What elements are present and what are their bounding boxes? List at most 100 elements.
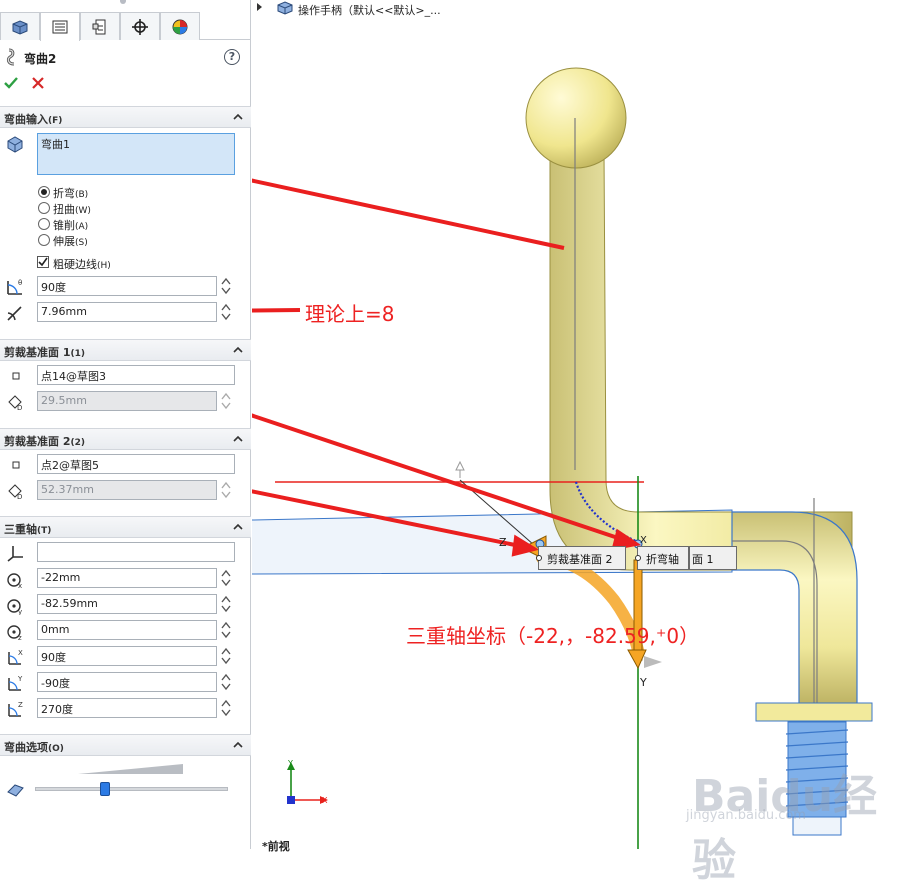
trim-plane-2-offset[interactable]: 52.37mm — [37, 480, 217, 500]
section-trim-plane-1-header[interactable]: 剪裁基准面 1(1) — [0, 339, 251, 361]
triad-y-input[interactable]: -82.59mm — [37, 594, 217, 614]
tab-configuration-manager[interactable] — [80, 12, 120, 40]
triad-y-rotation-input[interactable]: -90度 — [37, 672, 217, 692]
tab-property-manager[interactable] — [40, 12, 80, 41]
triad-z-spinner[interactable] — [220, 620, 232, 640]
trim-plane-2-reference[interactable]: 点2@草图5 — [37, 454, 235, 474]
radio-taper[interactable]: 锥削(A) — [38, 216, 148, 232]
chevron-up-icon[interactable] — [232, 111, 244, 123]
cancel-x-icon[interactable] — [32, 77, 44, 89]
point-icon — [12, 372, 20, 380]
triad-y-position-icon: y — [7, 599, 22, 615]
section-trim-plane-2-header[interactable]: 剪裁基准面 2(2) — [0, 428, 251, 450]
triad-z-rotation-icon: Z — [8, 701, 23, 717]
bodies-for-flex-icon — [7, 136, 23, 153]
triad-z-label: Z — [499, 536, 507, 549]
radio-button — [38, 218, 50, 230]
annotation-theory: 理论上=8 — [305, 302, 395, 326]
radio-label: 折弯(B) — [53, 187, 89, 200]
radius-input[interactable]: 7.96mm — [37, 302, 217, 322]
trim-plane-2-spinner[interactable] — [220, 480, 232, 500]
triad-z-input[interactable]: 0mm — [37, 620, 217, 640]
triad-x-spinner[interactable] — [220, 568, 232, 588]
checkmark-icon — [38, 257, 48, 267]
trim-plane-1-spinner[interactable] — [220, 391, 232, 411]
radio-button — [38, 234, 50, 246]
callout-bend-axis[interactable]: 折弯轴 — [635, 546, 689, 570]
property-manager-panel: 弯曲2 ? 弯曲输入(F) 弯曲1 折弯(B) 扭曲(W) 锥削(A) 伸展(S… — [0, 0, 251, 849]
triad-y-spinner[interactable] — [220, 594, 232, 614]
configuration-manager-icon — [92, 19, 106, 34]
view-name-label: *前视 — [262, 840, 290, 853]
feature-header: 弯曲2 ? — [0, 46, 251, 68]
selected-body: 弯曲1 — [41, 138, 70, 151]
triad-x-rotation-icon: X — [8, 649, 23, 665]
chevron-up-icon[interactable] — [232, 344, 244, 356]
panel-grip[interactable] — [120, 0, 126, 4]
radio-label: 锥削(A) — [53, 219, 89, 232]
angle-input[interactable]: 90度 — [37, 276, 217, 296]
hard-edges-checkbox[interactable]: 粗硬边线(H) — [37, 255, 197, 271]
view-orientation-triad: Y X — [287, 759, 328, 805]
svg-text:X: X — [18, 649, 23, 657]
section-triad-header[interactable]: 三重轴(T) — [0, 516, 251, 538]
callout-label: 折弯轴 — [646, 553, 679, 566]
triad-x-input[interactable]: -22mm — [37, 568, 217, 588]
radio-bend[interactable]: 折弯(B) — [38, 184, 148, 200]
bodies-selection-box[interactable]: 弯曲1 — [37, 133, 235, 175]
callout-trim-plane-1[interactable]: 面 1 — [689, 546, 737, 570]
trim-plane-1-reference[interactable]: 点14@草图3 — [37, 365, 235, 385]
accuracy-ramp — [78, 764, 183, 774]
triad-x-rotation-input[interactable]: 90度 — [37, 646, 217, 666]
section-title: 三重轴(T) — [4, 523, 52, 536]
chevron-up-icon[interactable] — [232, 433, 244, 445]
feature-manager-icon — [12, 19, 28, 35]
chevron-up-icon[interactable] — [232, 521, 244, 533]
triad-y-arrow — [627, 649, 647, 670]
callout-dot — [635, 555, 641, 561]
triad-y-rotation-spinner[interactable] — [220, 672, 232, 692]
angle-spinner[interactable] — [220, 276, 232, 296]
callout-trim-plane-2[interactable]: 剪裁基准面 2 — [536, 546, 626, 570]
section-bend-input-header[interactable]: 弯曲输入(F) — [0, 106, 251, 128]
offset-distance-icon: D — [8, 395, 22, 412]
tab-display-manager[interactable] — [160, 12, 200, 40]
radio-twist[interactable]: 扭曲(W) — [38, 200, 148, 216]
section-title: 剪裁基准面 2(2) — [4, 435, 85, 448]
section-title: 弯曲输入(F) — [4, 113, 63, 126]
section-bend-options-header[interactable]: 弯曲选项(O) — [0, 734, 251, 756]
triad-z-rotation-input[interactable]: 270度 — [37, 698, 217, 718]
radio-button — [38, 202, 50, 214]
accuracy-slider[interactable] — [35, 782, 228, 796]
radio-stretch[interactable]: 伸展(S) — [38, 232, 148, 248]
svg-text:θ: θ — [18, 279, 22, 287]
point-icon — [12, 461, 20, 469]
flange — [755, 702, 873, 722]
radius-spinner[interactable] — [220, 302, 232, 322]
triad-x-rotation-spinner[interactable] — [220, 646, 232, 666]
triad-icon — [7, 546, 23, 562]
svg-text:D: D — [17, 404, 22, 412]
triad-z-position-icon: z — [7, 625, 22, 641]
property-manager-icon — [52, 20, 68, 34]
tab-feature-manager[interactable] — [0, 12, 40, 40]
radio-label: 扭曲(W) — [53, 203, 91, 216]
ok-check-icon[interactable] — [4, 76, 18, 90]
triad-z-rotation-spinner[interactable] — [220, 698, 232, 718]
accuracy-slider-thumb[interactable] — [100, 782, 110, 796]
crosshair-icon — [132, 18, 148, 35]
svg-text:D: D — [17, 493, 22, 501]
section-title: 剪裁基准面 1(1) — [4, 346, 85, 359]
ok-cancel-bar — [4, 74, 64, 94]
graphics-area[interactable]: 操作手柄（默认<<默认>_... Z X Y Y X 剪裁基准面 2 折弯轴 面… — [252, 0, 898, 886]
watermark-url: jingyan.baidu.com — [686, 808, 806, 823]
triad-selection[interactable] — [37, 542, 235, 562]
radius-icon — [7, 306, 22, 321]
tab-dimxpert-manager[interactable] — [120, 12, 160, 40]
accuracy-icon — [7, 784, 24, 797]
chevron-up-icon[interactable] — [232, 739, 244, 751]
help-button[interactable]: ? — [224, 49, 240, 65]
trim-plane-1-offset[interactable]: 29.5mm — [37, 391, 217, 411]
triad-x-label: X — [640, 535, 647, 546]
triad-x-position-icon: x — [7, 573, 22, 589]
